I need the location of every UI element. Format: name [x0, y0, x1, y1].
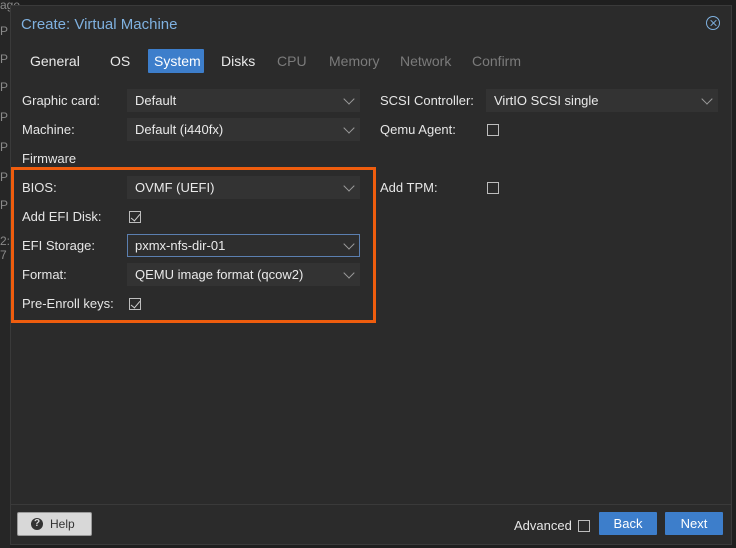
tab-network: Network — [400, 53, 452, 69]
help-button[interactable]: ? Help — [17, 512, 92, 536]
tab-disks[interactable]: Disks — [215, 49, 261, 73]
tab-confirm: Confirm — [472, 53, 522, 69]
format-value: QEMU image format (qcow2) — [135, 267, 304, 282]
graphic-card-label: Graphic card: — [22, 93, 101, 108]
qemu-agent-checkbox[interactable] — [487, 124, 499, 136]
dialog-titlebar[interactable]: Create: Virtual Machine — [11, 6, 731, 42]
dialog-title: Create: Virtual Machine — [21, 16, 178, 33]
background-text-fragment: 7 — [0, 248, 7, 262]
tab-cpu: CPU — [277, 53, 307, 69]
add-efi-disk-checkbox[interactable] — [129, 211, 141, 223]
add-tpm-checkbox[interactable] — [487, 182, 499, 194]
machine-select[interactable]: Default (i440fx) — [127, 118, 360, 141]
bios-value: OVMF (UEFI) — [135, 180, 215, 195]
chevron-down-icon[interactable] — [701, 93, 713, 105]
tab-system[interactable]: System — [148, 49, 204, 73]
advanced-checkbox[interactable] — [578, 520, 590, 532]
add-efi-disk-label: Add EFI Disk: — [22, 209, 102, 224]
help-button-label: Help — [50, 517, 75, 531]
chevron-down-icon[interactable] — [343, 238, 355, 250]
bios-select[interactable]: OVMF (UEFI) — [127, 176, 360, 199]
scsi-controller-label: SCSI Controller: — [380, 93, 474, 108]
efi-storage-label: EFI Storage: — [22, 238, 95, 253]
format-select[interactable]: QEMU image format (qcow2) — [127, 263, 360, 286]
advanced-label: Advanced — [514, 518, 572, 533]
tab-os[interactable]: OS — [104, 49, 136, 73]
background-text-fragment: P — [0, 110, 9, 124]
tab-memory: Memory — [329, 53, 380, 69]
efi-storage-select[interactable]: pxmx-nfs-dir-01 — [127, 234, 360, 257]
tab-general[interactable]: General — [24, 49, 86, 73]
chevron-down-icon[interactable] — [343, 122, 355, 134]
format-label: Format: — [22, 267, 67, 282]
machine-label: Machine: — [22, 122, 75, 137]
chevron-down-icon[interactable] — [343, 93, 355, 105]
efi-storage-value: pxmx-nfs-dir-01 — [135, 238, 226, 253]
background-page-strip: age P P P P P P 2: 7 P — [0, 0, 20, 548]
next-button[interactable]: Next — [665, 512, 723, 535]
background-text-fragment: P — [0, 80, 9, 94]
machine-value: Default (i440fx) — [135, 122, 224, 137]
background-text-fragment: P — [0, 24, 9, 38]
create-vm-dialog: Create: Virtual Machine General OS Syste… — [10, 5, 732, 545]
dialog-footer: ? Help Advanced Back Next — [11, 504, 731, 544]
background-text-fragment: P — [0, 52, 9, 66]
chevron-down-icon[interactable] — [343, 180, 355, 192]
pre-enroll-keys-checkbox[interactable] — [129, 298, 141, 310]
bios-label: BIOS: — [22, 180, 57, 195]
graphic-card-select[interactable]: Default — [127, 89, 360, 112]
background-text-fragment: P — [0, 198, 9, 212]
chevron-down-icon[interactable] — [343, 267, 355, 279]
scsi-controller-value: VirtIO SCSI single — [494, 93, 599, 108]
pre-enroll-keys-label: Pre-Enroll keys: — [22, 296, 114, 311]
graphic-card-value: Default — [135, 93, 177, 108]
add-tpm-label: Add TPM: — [380, 180, 438, 195]
firmware-heading: Firmware — [22, 151, 77, 166]
background-text-fragment: P — [0, 170, 9, 184]
background-text-fragment: P — [0, 140, 9, 154]
scsi-controller-select[interactable]: VirtIO SCSI single — [486, 89, 718, 112]
back-button[interactable]: Back — [599, 512, 657, 535]
question-circle-icon: ? — [31, 518, 43, 530]
qemu-agent-label: Qemu Agent: — [380, 122, 456, 137]
close-icon[interactable] — [706, 16, 720, 30]
background-text-fragment: 2: — [0, 234, 11, 248]
